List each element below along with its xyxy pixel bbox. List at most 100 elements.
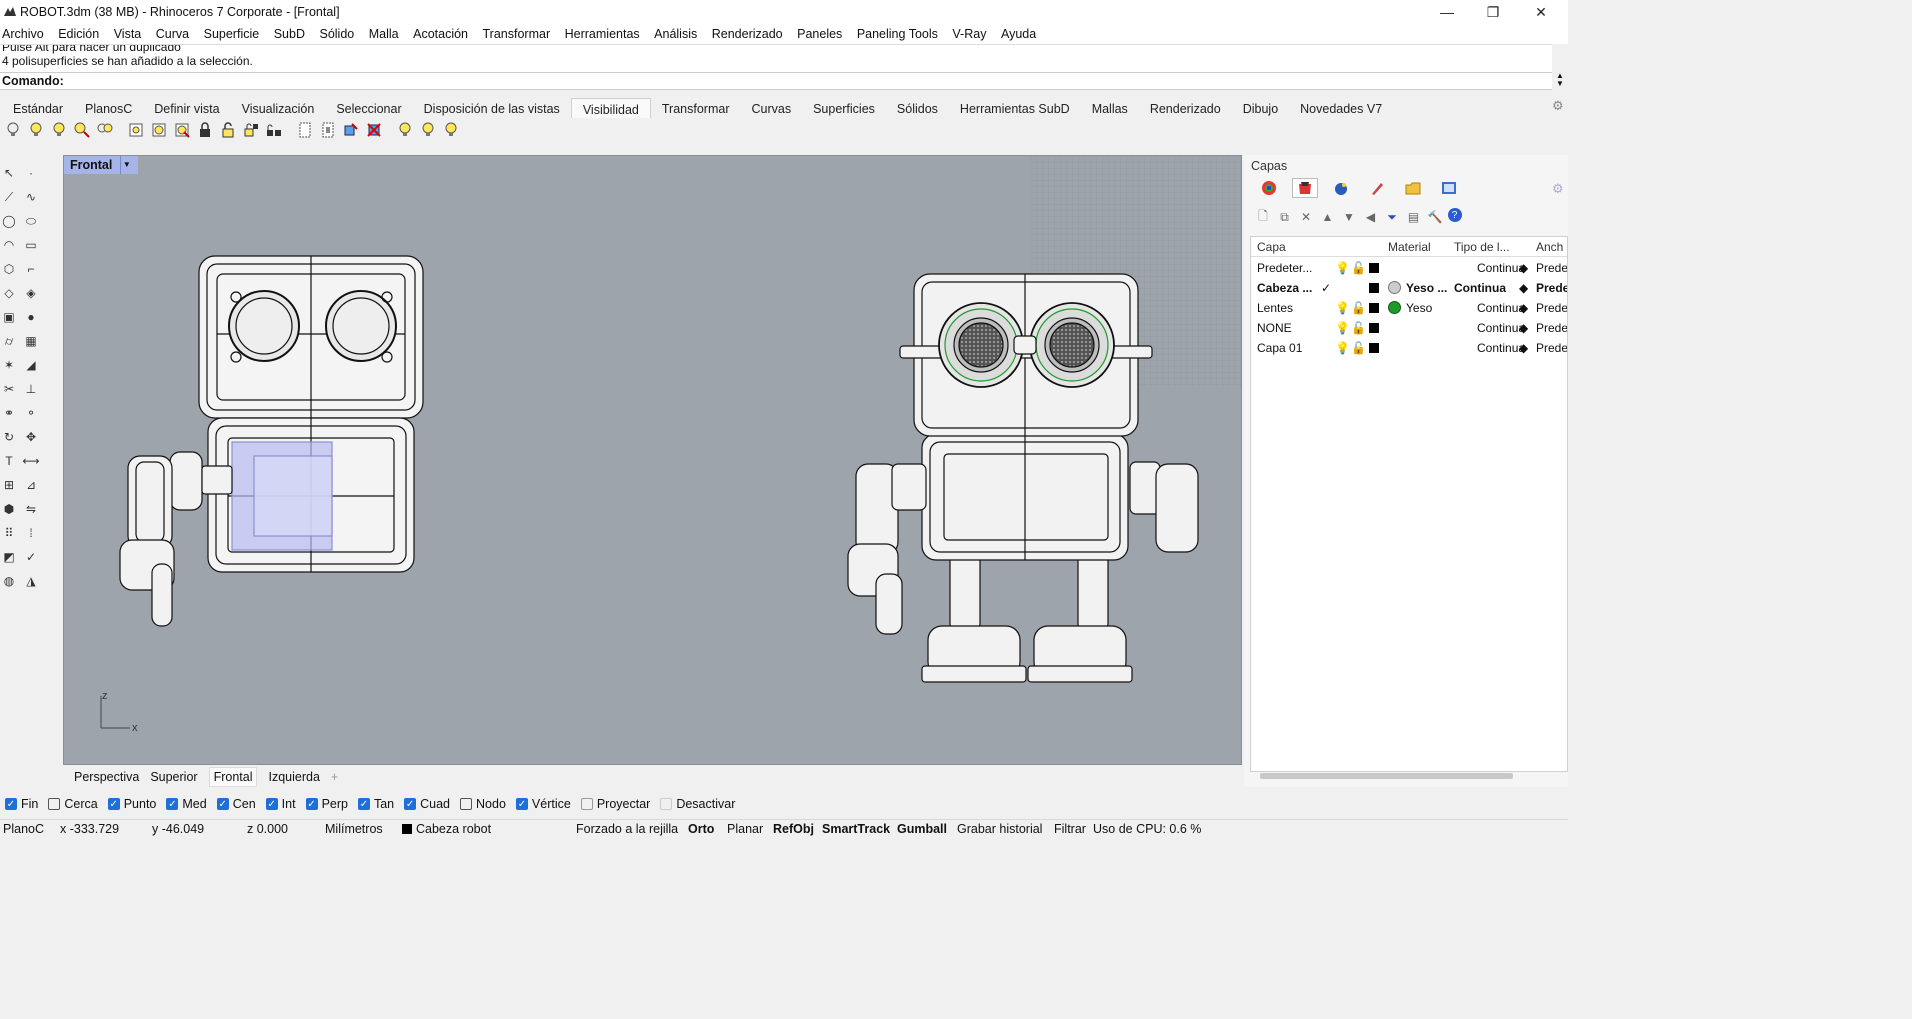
fillet-curve-icon[interactable]: ⌐ <box>22 260 40 278</box>
checkbox-icon[interactable]: ✓ <box>265 798 278 810</box>
paint-icon[interactable]: ◮ <box>22 572 40 590</box>
menu-archivo[interactable]: Archivo <box>2 27 44 41</box>
status-planar[interactable]: Planar <box>727 822 763 836</box>
tab-renderizado[interactable]: Renderizado <box>1139 98 1232 118</box>
tab-visibilidad[interactable]: Visibilidad <box>570 98 651 118</box>
libraries-tab-icon[interactable] <box>1400 178 1426 198</box>
analyze-icon[interactable]: ⊿ <box>22 476 40 494</box>
checkbox-icon[interactable] <box>580 798 593 810</box>
layer-unlocked-icon[interactable]: 🔓 <box>1351 341 1366 355</box>
osnap-proyectar[interactable]: Proyectar <box>580 797 650 811</box>
viewport-frontal[interactable]: z x <box>63 155 1242 765</box>
new-sublayer-icon[interactable]: ⧉ <box>1276 208 1294 226</box>
viewport-label[interactable]: Frontal ▼ <box>64 156 139 174</box>
osnap-perp[interactable]: ✓ Perp <box>305 797 348 811</box>
menu-transformar[interactable]: Transformar <box>483 27 551 41</box>
status-grid-snap[interactable]: Forzado a la rejilla <box>576 822 678 836</box>
layer-table-hscrollbar[interactable] <box>1260 773 1513 779</box>
layer-row[interactable]: Lentes 💡 🔓 Yeso Continua ◆ Prede <box>1251 298 1567 318</box>
menu-superficie[interactable]: Superficie <box>204 27 260 41</box>
layer-off-bulb-icon[interactable] <box>419 121 437 139</box>
checkbox-icon[interactable]: ✓ <box>515 798 528 810</box>
show-objects-bulb-icon[interactable] <box>4 121 22 139</box>
viewport-menu-dropdown-icon[interactable]: ▼ <box>120 156 132 174</box>
point-icon[interactable]: · <box>22 164 40 182</box>
sphere-icon[interactable]: ● <box>22 308 40 326</box>
show-layer-icon[interactable] <box>150 121 168 139</box>
check-icon[interactable]: ✓ <box>22 548 40 566</box>
checkbox-icon[interactable] <box>460 798 473 810</box>
col-capa[interactable]: Capa <box>1257 240 1286 254</box>
hide-swap-icon[interactable] <box>73 121 91 139</box>
osnap-med[interactable]: ✓ Med <box>166 797 207 811</box>
layer-visible-bulb-icon[interactable]: 💡 <box>1335 321 1350 335</box>
polyline-icon[interactable]: ⟋ <box>0 188 18 206</box>
osnap-cuad[interactable]: ✓ Cuad <box>404 797 450 811</box>
move-icon[interactable]: ✥ <box>22 428 40 446</box>
status-filter[interactable]: Filtrar <box>1054 822 1086 836</box>
restore-button[interactable]: ❐ <box>1470 0 1516 24</box>
layers-tab-icon[interactable] <box>1292 178 1318 198</box>
checkbox-icon[interactable]: ✓ <box>5 798 17 810</box>
show-selected-bulb-icon[interactable] <box>27 121 45 139</box>
add-viewport-tab-icon[interactable]: + <box>331 770 338 784</box>
lock-swap-icon[interactable] <box>242 121 260 139</box>
curve-icon[interactable]: ∿ <box>22 188 40 206</box>
menu-analisis[interactable]: Análisis <box>654 27 697 41</box>
tab-visualizacion[interactable]: Visualización <box>231 98 326 118</box>
materials-tab-icon[interactable] <box>1364 178 1390 198</box>
vptab-superior[interactable]: Superior <box>150 770 197 784</box>
unlock-icon[interactable] <box>219 121 237 139</box>
boolean-union-icon[interactable]: ✶ <box>0 356 18 374</box>
osnap-int[interactable]: ✓ Int <box>265 797 296 811</box>
show-points-icon[interactable] <box>296 121 314 139</box>
osnap-cerca[interactable]: Cerca <box>48 797 98 811</box>
array-icon[interactable]: ⊞ <box>0 476 18 494</box>
osnap-desactivar[interactable]: Desactivar <box>660 797 735 811</box>
box-icon[interactable]: ▣ <box>0 308 18 326</box>
status-units[interactable]: Milímetros <box>325 822 383 836</box>
checkbox-icon[interactable]: ✓ <box>305 798 318 810</box>
panel-settings-gear-icon[interactable]: ⚙ <box>1552 181 1564 197</box>
tab-curvas[interactable]: Curvas <box>740 98 802 118</box>
new-layer-icon[interactable]: 🗋 <box>1254 208 1272 226</box>
layer-visible-bulb-icon[interactable]: 💡 <box>1335 261 1350 275</box>
tab-novedades-v7[interactable]: Novedades V7 <box>1289 98 1393 118</box>
layer-unlocked-icon[interactable]: 🔓 <box>1351 301 1366 315</box>
status-history[interactable]: Grabar historial <box>957 822 1042 836</box>
toolbar-settings-gear-icon[interactable]: ⚙ <box>1552 98 1564 114</box>
checkbox-icon[interactable]: ✓ <box>107 798 120 810</box>
command-line[interactable]: Comando: <box>0 72 1552 90</box>
checkbox-icon[interactable]: ✓ <box>404 798 417 810</box>
dimension-icon[interactable]: ⟷ <box>22 452 40 470</box>
cylinder-icon[interactable]: ⌭ <box>0 332 18 350</box>
layer-color-swatch[interactable] <box>1369 283 1379 293</box>
arc-icon[interactable]: ◠ <box>0 236 18 254</box>
tab-herramientas-subd[interactable]: Herramientas SubD <box>949 98 1081 118</box>
layer-on-bulb-icon[interactable] <box>396 121 414 139</box>
rhino-app-icon[interactable] <box>2 4 18 20</box>
status-layer[interactable]: Cabeza robot <box>416 822 491 836</box>
tab-dibujo[interactable]: Dibujo <box>1232 98 1289 118</box>
show-in-detail-icon[interactable] <box>127 121 145 139</box>
status-smarttrack[interactable]: SmartTrack <box>822 822 890 836</box>
tab-planosc[interactable]: PlanosC <box>74 98 143 118</box>
model-wireframe[interactable]: z x <box>64 156 1242 765</box>
text-icon[interactable]: T <box>0 452 18 470</box>
status-ortho[interactable]: Orto <box>688 822 714 836</box>
osnap-cen[interactable]: ✓ Cen <box>216 797 256 811</box>
properties-icon[interactable]: ⁞ <box>22 524 40 542</box>
layer-row[interactable]: Cabeza ... ✓ Yeso ... Continua ◆ Prede <box>1251 278 1567 298</box>
col-material[interactable]: Material <box>1388 240 1431 254</box>
ellipse-icon[interactable]: ⬭ <box>22 212 40 230</box>
menu-edicion[interactable]: Edición <box>58 27 99 41</box>
vptab-frontal[interactable]: Frontal <box>208 767 258 787</box>
layer-color-swatch[interactable] <box>1369 343 1379 353</box>
polygon-icon[interactable]: ⬡ <box>0 260 18 278</box>
osnap-vertice[interactable]: ✓ Vértice <box>515 797 571 811</box>
layer-visible-bulb-icon[interactable]: 💡 <box>1335 341 1350 355</box>
tab-seleccionar[interactable]: Seleccionar <box>325 98 412 118</box>
layer-color-swatch[interactable] <box>1369 263 1379 273</box>
rotate-icon[interactable]: ↻ <box>0 428 18 446</box>
vptab-izquierda[interactable]: Izquierda <box>268 770 319 784</box>
